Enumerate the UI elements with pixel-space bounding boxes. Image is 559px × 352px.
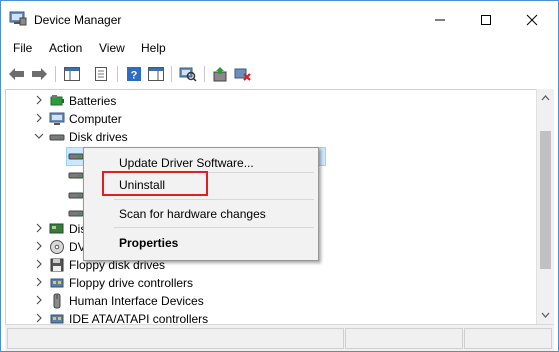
- scroll-thumb[interactable]: [540, 131, 551, 269]
- show-hide-console-tree-button[interactable]: [62, 64, 82, 84]
- tree-node-floppy-drive-controllers[interactable]: Floppy drive controllers: [6, 274, 536, 292]
- scroll-up-button[interactable]: [537, 89, 554, 106]
- tree-node-ide-ata-atapi-controllers[interactable]: IDE ATA/ATAPI controllers: [6, 310, 536, 324]
- close-icon: [526, 14, 538, 25]
- forward-icon: [32, 68, 47, 80]
- tree-node-label: Floppy drive controllers: [69, 276, 194, 290]
- maximize-button[interactable]: [463, 1, 509, 38]
- menu-item-properties[interactable]: Properties: [119, 236, 178, 250]
- show-hide-console-tree-icon: [64, 67, 80, 81]
- uninstall-highlight-box: [102, 171, 208, 196]
- controller-icon: [50, 314, 64, 324]
- menu-separator: [114, 199, 314, 200]
- disk-drive-icon: [68, 172, 84, 179]
- status-cell-main: [7, 328, 344, 349]
- disk-drive-icon: [68, 192, 84, 199]
- chevron-right-icon[interactable]: [34, 295, 44, 305]
- menu-item-update-driver-software[interactable]: Update Driver Software...: [119, 156, 254, 170]
- chevron-right-icon[interactable]: [34, 313, 44, 323]
- chevron-right-icon[interactable]: [34, 113, 44, 123]
- menu-action[interactable]: Action: [49, 41, 82, 55]
- chevron-right-icon[interactable]: [34, 259, 44, 269]
- toolbar: ?: [1, 60, 558, 88]
- device-manager-window: Device Manager File Action View Help ? B…: [0, 0, 559, 352]
- scan-hardware-button[interactable]: [178, 64, 198, 84]
- hid-icon: [53, 293, 61, 309]
- chevron-down-icon: [541, 312, 550, 318]
- scan-hardware-icon: [179, 67, 197, 82]
- uninstall-device-button[interactable]: [233, 64, 253, 84]
- toolbar-separator: [171, 66, 172, 82]
- battery-icon: [50, 95, 64, 106]
- display-adapter-icon: [49, 223, 64, 234]
- vertical-scrollbar[interactable]: [536, 89, 554, 324]
- svg-text:?: ?: [131, 70, 138, 82]
- status-bar: [5, 324, 554, 351]
- tree-node-label: Batteries: [69, 94, 117, 108]
- menu-item-scan-for-hardware-changes[interactable]: Scan for hardware changes: [119, 207, 266, 221]
- window-title: Device Manager: [34, 13, 122, 27]
- uninstall-device-icon: [234, 68, 251, 81]
- properties-icon: [95, 67, 107, 81]
- chevron-right-icon[interactable]: [34, 241, 44, 251]
- tree-node-label: Disk drives: [69, 130, 128, 144]
- menu-file[interactable]: File: [13, 41, 32, 55]
- back-button[interactable]: [7, 64, 27, 84]
- help-button[interactable]: ?: [124, 64, 144, 84]
- properties-button[interactable]: [91, 64, 111, 84]
- tree-node-label: Human Interface Devices: [69, 294, 204, 308]
- computer-icon: [49, 112, 65, 125]
- back-icon: [9, 68, 24, 80]
- tree-node-batteries[interactable]: Batteries: [6, 92, 536, 110]
- title-bar: Device Manager: [1, 1, 558, 38]
- chevron-down-icon[interactable]: [34, 131, 44, 141]
- help-icon: ?: [127, 67, 141, 82]
- device-manager-app-icon: [9, 10, 27, 26]
- tree-node-disk-drives[interactable]: Disk drives: [6, 128, 536, 146]
- context-menu: Update Driver Software... Uninstall Scan…: [83, 147, 319, 261]
- maximize-icon: [481, 14, 491, 25]
- chevron-right-icon[interactable]: [34, 95, 44, 105]
- chevron-up-icon: [541, 94, 550, 100]
- chevron-right-icon[interactable]: [34, 223, 44, 233]
- status-cell-middle: [345, 328, 463, 349]
- forward-button[interactable]: [29, 64, 49, 84]
- disk-drive-icon: [68, 210, 84, 217]
- toolbar-separator: [117, 66, 118, 82]
- action-pane-icon: [148, 67, 164, 81]
- toolbar-separator: [55, 66, 56, 82]
- update-driver-button[interactable]: [210, 64, 230, 84]
- minimize-icon: [435, 19, 445, 20]
- tree-node-label: Computer: [69, 112, 122, 126]
- menu-help[interactable]: Help: [141, 41, 166, 55]
- action-pane-button[interactable]: [146, 64, 166, 84]
- controller-icon: [50, 278, 64, 288]
- scroll-down-button[interactable]: [537, 306, 554, 323]
- disk-drive-icon: [68, 153, 84, 160]
- menu-view[interactable]: View: [99, 41, 125, 55]
- tree-node-human-interface-devices[interactable]: Human Interface Devices: [6, 292, 536, 310]
- menu-bar: File Action View Help: [1, 38, 558, 59]
- minimize-button[interactable]: [417, 1, 463, 38]
- floppy-disk-icon: [50, 258, 64, 272]
- tree-node-computer[interactable]: Computer: [6, 110, 536, 128]
- toolbar-separator: [204, 66, 205, 82]
- update-driver-icon: [213, 67, 227, 82]
- menu-separator: [114, 227, 314, 228]
- status-cell-right: [464, 328, 552, 349]
- close-button[interactable]: [509, 1, 555, 38]
- disk-drive-icon: [49, 134, 65, 141]
- chevron-right-icon[interactable]: [34, 277, 44, 287]
- dvd-drive-icon: [50, 240, 64, 254]
